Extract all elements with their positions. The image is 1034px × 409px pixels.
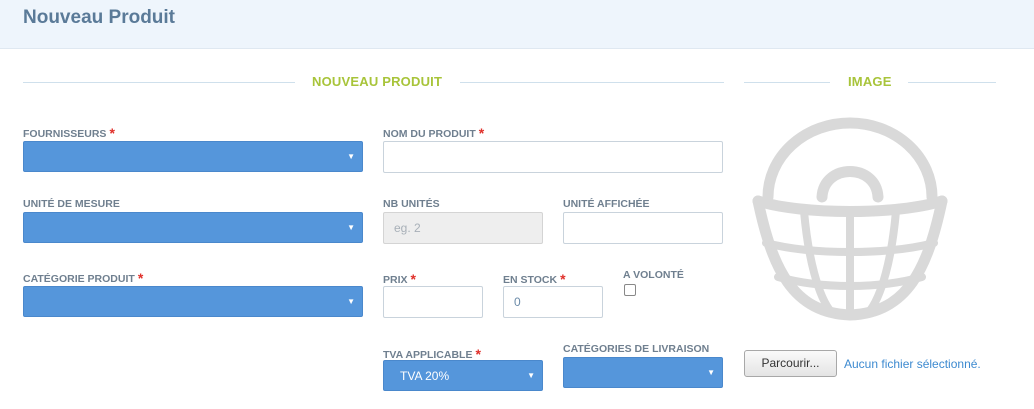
section-divider [744, 82, 830, 83]
tva-label: TVA APPLICABLE * [383, 346, 481, 362]
categories-livraison-select[interactable]: ▼ [563, 357, 723, 388]
en-stock-label: EN STOCK * [503, 271, 566, 287]
required-marker: * [109, 125, 115, 141]
required-marker: * [410, 271, 416, 287]
unite-affichee-input[interactable] [563, 212, 723, 244]
caret-down-icon: ▼ [707, 368, 715, 377]
required-marker: * [560, 271, 566, 287]
caret-down-icon: ▼ [527, 371, 535, 380]
nb-unites-input [383, 212, 543, 244]
prix-label: PRIX * [383, 271, 416, 287]
fournisseurs-label: FOURNISSEURS * [23, 125, 115, 141]
categorie-produit-label: CATÉGORIE PRODUIT * [23, 270, 144, 286]
required-marker: * [137, 270, 144, 286]
unite-mesure-select[interactable]: ▼ [23, 212, 363, 243]
categorie-produit-select[interactable]: ▼ [23, 286, 363, 317]
caret-down-icon: ▼ [347, 152, 355, 161]
unite-mesure-label: UNITÉ DE MESURE [23, 198, 120, 210]
en-stock-input[interactable] [503, 286, 603, 318]
section-divider [460, 82, 724, 83]
section-divider [908, 82, 996, 83]
caret-down-icon: ▼ [347, 297, 355, 306]
browse-button[interactable]: Parcourir... [744, 350, 837, 377]
section-divider [23, 82, 295, 83]
prix-input[interactable] [383, 286, 483, 318]
a-volonte-checkbox[interactable] [624, 284, 636, 296]
fournisseurs-select[interactable]: ▼ [23, 141, 363, 172]
tva-select[interactable]: TVA 20% ▼ [383, 360, 543, 391]
nom-produit-input[interactable] [383, 141, 723, 173]
section-title-image: IMAGE [848, 74, 892, 89]
caret-down-icon: ▼ [347, 223, 355, 232]
page-title: Nouveau Produit [23, 7, 176, 28]
file-status-text: Aucun fichier sélectionné. [844, 357, 981, 371]
unite-affichee-label: UNITÉ AFFICHÉE [563, 198, 650, 210]
required-marker: * [478, 125, 485, 141]
nom-produit-label: NOM DU PRODUIT * [383, 125, 485, 141]
page-header: Nouveau Produit [0, 0, 1034, 49]
categories-livraison-label: CATÉGORIES DE LIVRAISON [563, 343, 710, 355]
basket-icon [752, 117, 948, 321]
nb-unites-label: NB UNITÉS [383, 198, 440, 210]
section-title-product: NOUVEAU PRODUIT [312, 74, 443, 89]
a-volonte-label: A VOLONTÉ [623, 269, 684, 281]
